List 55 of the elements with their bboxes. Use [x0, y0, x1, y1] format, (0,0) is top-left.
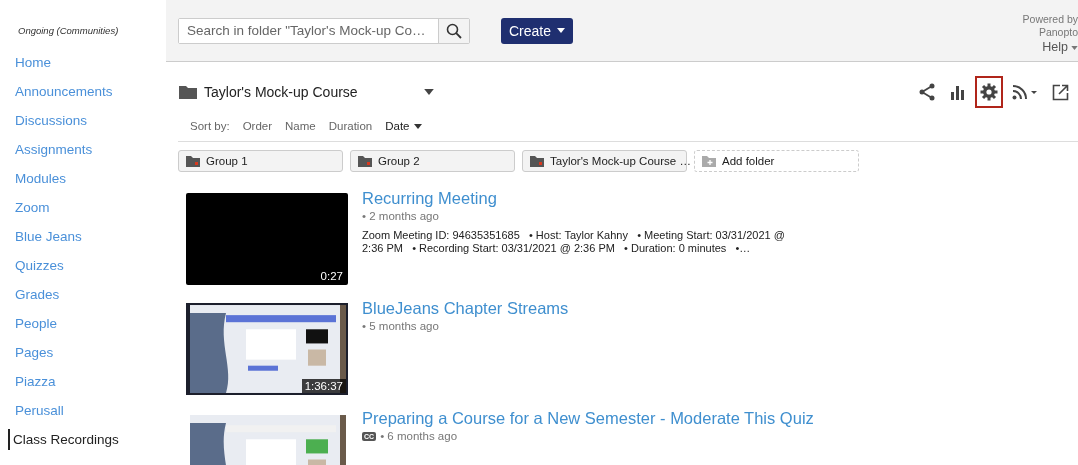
search-icon [446, 22, 462, 39]
session-description: Zoom Meeting ID: 94635351685 • Host: Taylor Kahny • Meeting Start: 03/31/2021 @ 2:36 PM • Recording Start: 03/31/2021 @ 2:36 PM • Duration: 0 minutes •… [362, 229, 786, 255]
nav-link[interactable]: Grades [0, 284, 60, 305]
video-thumbnail[interactable] [186, 193, 348, 285]
rss-icon [1012, 84, 1038, 100]
create-button[interactable]: Create [501, 17, 574, 44]
folder-title[interactable]: Taylor's Mock-up Course [204, 84, 358, 100]
session-age: • 6 months ago [380, 430, 458, 442]
search-button[interactable] [438, 18, 469, 43]
sort-label: Sort by: [190, 120, 230, 132]
nav-link[interactable]: Home [0, 52, 51, 73]
sort-option[interactable]: Duration [328, 120, 373, 132]
nav-link[interactable]: Perusall [0, 400, 64, 421]
nav-link[interactable]: Blue Jeans [0, 226, 82, 247]
duration-label: 1:36:37 [301, 379, 346, 393]
nav-link[interactable]: Pages [0, 342, 54, 363]
help-menu[interactable]: Help [1042, 41, 1078, 54]
caret-icon [413, 123, 422, 129]
nav-link[interactable]: Assignments [0, 139, 93, 160]
caret-icon [1071, 45, 1078, 50]
session-title[interactable]: Recurring Meeting [362, 189, 802, 208]
settings-icon [980, 83, 998, 101]
add-folder-button[interactable]: Add folder [694, 150, 859, 172]
external-link-icon [1052, 83, 1069, 101]
powered-by-text: Panopto [1038, 26, 1078, 39]
search-field[interactable]: Search in folder "Taylor's Mock-up Co… [178, 17, 470, 44]
settings-button[interactable] [975, 76, 1003, 108]
share-icon [918, 83, 936, 101]
add-folder-icon [702, 155, 716, 167]
sort-option[interactable]: Name [285, 120, 316, 132]
course-term-label: Ongoing (Communities) [17, 25, 120, 36]
caret-icon [557, 28, 566, 33]
bar-chart-icon [950, 84, 966, 100]
nav-link[interactable]: Zoom [0, 197, 50, 218]
sort-option[interactable]: Order [242, 120, 273, 132]
powered-by-text: Powered by [1022, 13, 1078, 26]
sort-option[interactable]: Date [385, 120, 422, 132]
folder-icon [186, 155, 200, 167]
nav-link[interactable]: Discussions [0, 110, 88, 131]
nav-link[interactable]: People [0, 313, 58, 334]
subfolder-button[interactable]: Group 1 [178, 150, 343, 172]
folder-icon [530, 155, 544, 167]
nav-link[interactable]: Class Recordings [8, 429, 119, 450]
session-title[interactable]: BlueJeans Chapter Streams [362, 299, 569, 318]
nav-link[interactable]: Piazza [0, 371, 56, 392]
nav-link[interactable]: Announcements [0, 81, 113, 102]
folder-icon [358, 155, 372, 167]
nav-link[interactable]: Modules [0, 168, 67, 189]
session-title[interactable]: Preparing a Course for a New Semester - Moderate This Quiz [362, 409, 814, 428]
caret-icon[interactable] [423, 89, 434, 95]
subfolder-button[interactable]: Group 2 [350, 150, 515, 172]
session-age: • 2 months ago [362, 210, 439, 222]
folder-icon [179, 85, 197, 99]
session-age: • 5 months ago [362, 320, 439, 332]
nav-link[interactable]: Quizzes [0, 255, 64, 276]
